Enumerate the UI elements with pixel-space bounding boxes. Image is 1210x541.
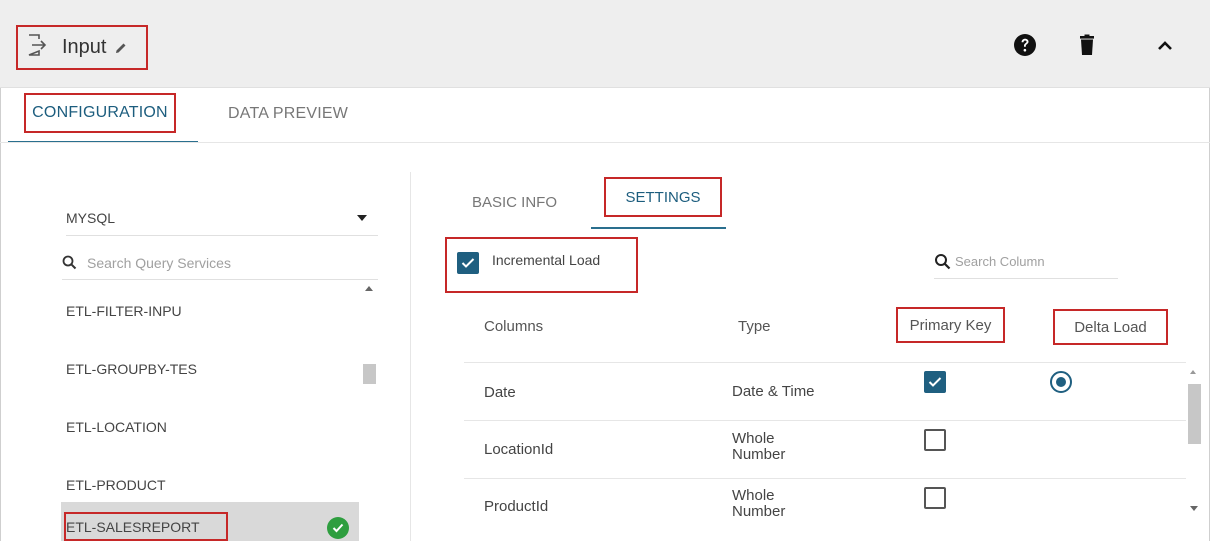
incremental-load-label: Incremental Load [492, 252, 601, 268]
tab-data-preview[interactable]: DATA PREVIEW [228, 105, 348, 123]
help-icon [1013, 33, 1037, 62]
caret-down-icon [356, 209, 368, 227]
search-query-services-input[interactable] [87, 254, 347, 271]
tabs-divider [0, 142, 1210, 143]
query-services-search [62, 246, 378, 280]
scrollbar-thumb[interactable] [363, 364, 376, 384]
input-title: Input [62, 36, 107, 58]
input-arrow-icon [26, 33, 48, 62]
scroll-up-arrow-icon[interactable] [1190, 370, 1196, 374]
delete-button[interactable] [1074, 34, 1100, 60]
primary-key-checkbox[interactable] [924, 429, 946, 451]
search-column-input[interactable] [955, 254, 1105, 269]
pencil-icon[interactable] [114, 41, 128, 55]
search-icon [934, 253, 951, 270]
column-header-columns: Columns [484, 318, 544, 335]
scroll-up-arrow-icon[interactable] [365, 286, 373, 291]
list-item[interactable]: ETL-GROUPBY-TES [61, 340, 359, 398]
table-header-divider [464, 362, 1186, 363]
services-scrollbar[interactable] [362, 282, 376, 541]
service-label: ETL-PRODUCT [66, 477, 166, 493]
table-cell-column: Date [484, 384, 516, 401]
table-cell-type: Whole Number [732, 488, 786, 520]
collapse-button[interactable] [1152, 34, 1178, 60]
input-title-area[interactable]: Input [16, 25, 148, 70]
check-circle-icon [327, 517, 349, 539]
service-label: ETL-LOCATION [66, 419, 167, 435]
tab-basic-info[interactable]: BASIC INFO [472, 194, 557, 211]
table-cell-type: Whole Number [732, 430, 786, 463]
table-cell-type-clip: Whole Number [732, 488, 812, 520]
tab-basic-info-label: BASIC INFO [472, 194, 558, 211]
selected-service-highlight [64, 512, 228, 541]
primary-key-checkbox[interactable] [924, 371, 946, 393]
column-header-primary-key: Primary Key [896, 307, 1005, 343]
service-label: ETL-GROUPBY-TES [66, 361, 197, 377]
primary-key-checkbox[interactable] [924, 487, 946, 509]
query-services-list: ETL-FILTER-INPU ETL-GROUPBY-TES ETL-LOCA… [61, 282, 359, 541]
radio-selected-dot [1056, 377, 1066, 387]
database-select[interactable]: MYSQL [66, 200, 378, 236]
table-row-divider [464, 478, 1186, 479]
service-label: ETL-FILTER-INPU [66, 303, 182, 319]
database-select-value: MYSQL [66, 209, 116, 226]
column-search [934, 245, 1118, 279]
help-button[interactable] [1012, 33, 1038, 62]
search-icon [62, 255, 77, 270]
tab-data-preview-label: DATA PREVIEW [228, 105, 349, 122]
panel-divider [410, 172, 411, 541]
active-subtab-indicator [591, 227, 726, 229]
column-header-delta-load: Delta Load [1053, 309, 1168, 345]
primary-key-label: Primary Key [909, 316, 992, 334]
tab-configuration[interactable]: CONFIGURATION [24, 93, 176, 133]
delta-load-label: Delta Load [1074, 318, 1147, 336]
table-row-divider [464, 420, 1186, 421]
scrollbar-thumb[interactable] [1188, 384, 1201, 444]
columns-scrollbar[interactable] [1186, 364, 1202, 520]
list-item[interactable]: ETL-LOCATION [61, 398, 359, 456]
delta-load-radio[interactable] [1050, 371, 1072, 393]
chevron-up-icon [1157, 38, 1173, 56]
trash-icon [1078, 34, 1096, 61]
table-cell-column: ProductId [484, 498, 549, 515]
tab-settings[interactable]: SETTINGS [604, 177, 722, 217]
tab-configuration-label: CONFIGURATION [32, 104, 168, 121]
table-cell-type: Date & Time [732, 383, 815, 400]
table-cell-column: LocationId [484, 441, 554, 458]
column-header-type: Type [738, 318, 771, 335]
tab-settings-label: SETTINGS [625, 188, 701, 206]
scroll-down-arrow-icon[interactable] [1190, 506, 1198, 511]
panel-header: Input [0, 0, 1210, 88]
list-item[interactable]: ETL-FILTER-INPU [61, 282, 359, 340]
incremental-load-checkbox[interactable] [457, 252, 479, 274]
